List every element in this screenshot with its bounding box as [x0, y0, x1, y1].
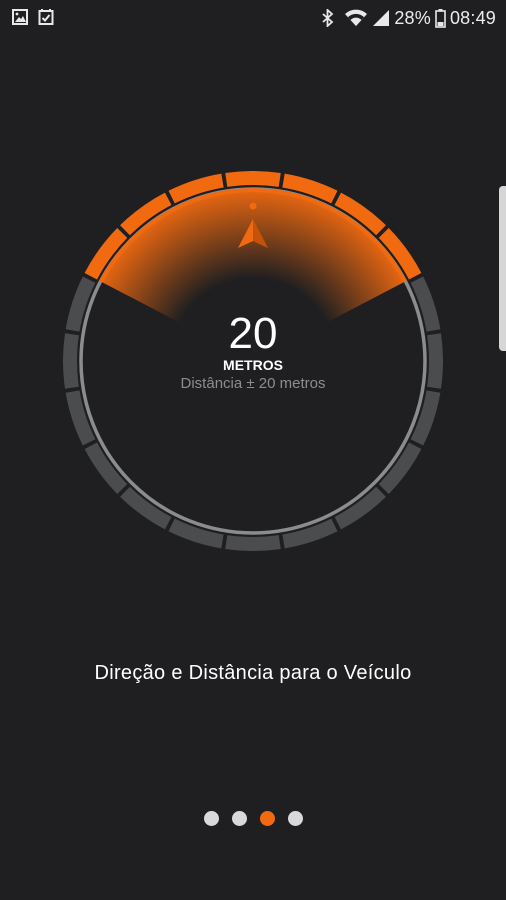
- page-dot-2[interactable]: [231, 811, 247, 826]
- wifi-icon: [345, 9, 368, 26]
- distance-accuracy: Distância ± 20 metros: [180, 375, 326, 392]
- signal-icon: [373, 10, 390, 26]
- page-dot-1[interactable]: [203, 811, 219, 826]
- bluetooth-icon: [322, 9, 334, 27]
- status-bar: 28% 08:49: [0, 0, 506, 36]
- page-dot-4[interactable]: [287, 811, 303, 826]
- clock-time: 08:49: [449, 8, 496, 28]
- north-dot: [249, 202, 257, 210]
- page-indicator: [0, 811, 506, 827]
- distance-unit: METROS: [223, 357, 283, 373]
- dial-segment: [225, 535, 281, 551]
- battery-icon: [435, 8, 446, 28]
- image-icon: [12, 9, 28, 25]
- dial-segment: [225, 171, 281, 187]
- page-dot-3[interactable]: [259, 811, 275, 826]
- calendar-check-icon: [38, 9, 54, 25]
- battery-percent: 28%: [394, 8, 431, 28]
- distance-value: 20: [228, 309, 278, 358]
- onboarding-caption: Direção e Distância para o Veículo: [94, 662, 412, 684]
